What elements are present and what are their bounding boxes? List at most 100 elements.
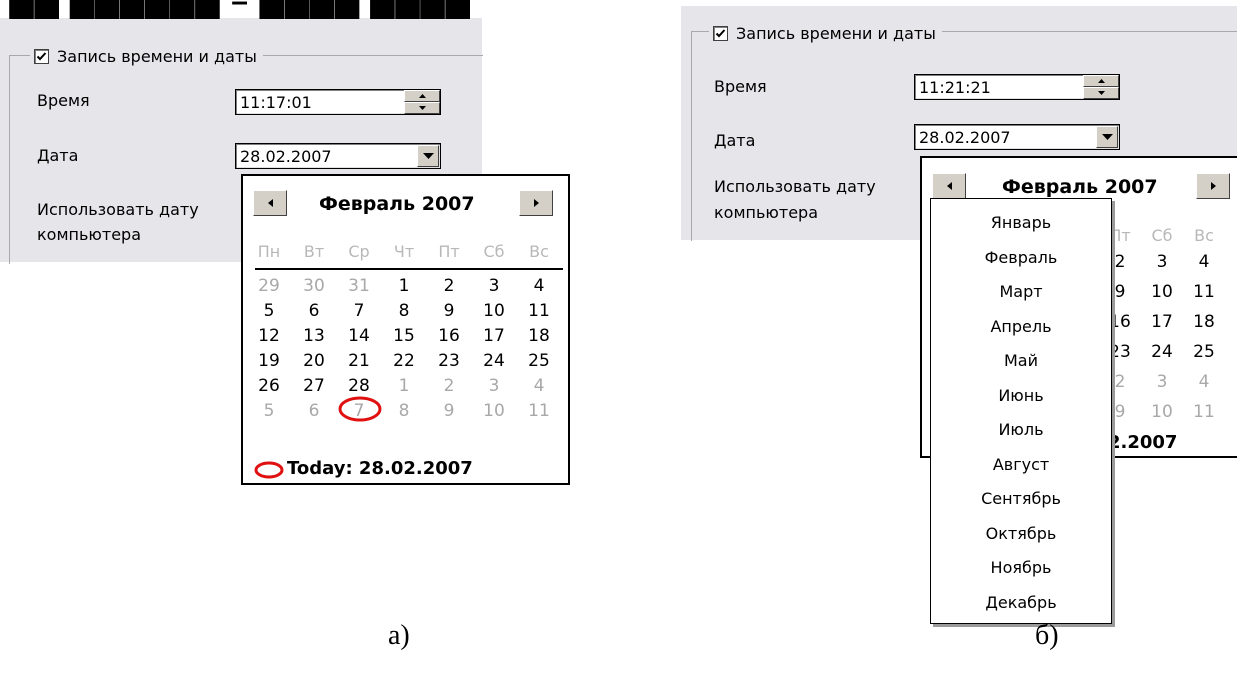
day-cell[interactable]: 24: [476, 351, 512, 371]
day-cell[interactable]: 25: [521, 351, 557, 371]
day-cell[interactable]: 18: [1186, 312, 1222, 332]
day-cell[interactable]: 25: [1186, 342, 1222, 362]
dropdown-arrow-icon[interactable]: [1096, 126, 1118, 148]
day-cell[interactable]: 27: [296, 376, 332, 396]
prev-month-button[interactable]: [253, 190, 287, 216]
use-pc-date-label-2: компьютера: [37, 225, 142, 244]
date-input-right[interactable]: 28.02.2007: [914, 124, 1120, 150]
next-month-button-right[interactable]: [1196, 173, 1230, 199]
time-spinner-right[interactable]: [1083, 75, 1119, 99]
day-cell[interactable]: 1: [386, 376, 422, 396]
spin-up-icon[interactable]: [1083, 75, 1119, 87]
time-input-right[interactable]: 11:21:21: [914, 74, 1120, 100]
month-menu-item[interactable]: Январь: [931, 213, 1111, 232]
day-cell[interactable]: 6: [296, 301, 332, 321]
weekday-label: Ср: [348, 242, 370, 261]
day-cell[interactable]: 8: [386, 401, 422, 421]
day-cell[interactable]: 23: [431, 351, 467, 371]
day-cell[interactable]: 15: [386, 326, 422, 346]
day-cell[interactable]: 30: [296, 276, 332, 296]
day-cell[interactable]: 22: [386, 351, 422, 371]
date-label: Дата: [37, 146, 79, 165]
day-cell[interactable]: 5: [251, 301, 287, 321]
month-menu-item[interactable]: Май: [931, 351, 1111, 370]
day-cell[interactable]: 3: [476, 376, 512, 396]
day-cell[interactable]: 3: [1144, 372, 1180, 392]
month-menu-item[interactable]: Февраль: [931, 248, 1111, 267]
spin-down-icon[interactable]: [404, 102, 440, 114]
day-cell[interactable]: 11: [1186, 402, 1222, 422]
day-cell[interactable]: 1: [386, 276, 422, 296]
month-menu-item[interactable]: Март: [931, 282, 1111, 301]
calendar-month-title[interactable]: Февраль 2007: [319, 193, 475, 215]
month-menu-item[interactable]: Октябрь: [931, 524, 1111, 543]
today-label-right[interactable]: 2.2007: [1108, 432, 1177, 453]
day-cell[interactable]: 7: [341, 301, 377, 321]
caption-b: б): [1035, 620, 1059, 651]
day-cell[interactable]: 20: [296, 351, 332, 371]
day-cell[interactable]: 10: [476, 401, 512, 421]
dropdown-arrow-icon[interactable]: [417, 145, 439, 167]
day-cell[interactable]: 13: [296, 326, 332, 346]
month-menu-item[interactable]: Июнь: [931, 386, 1111, 405]
day-cell[interactable]: 17: [476, 326, 512, 346]
day-cell[interactable]: 21: [341, 351, 377, 371]
month-menu-item[interactable]: Август: [931, 455, 1111, 474]
day-cell[interactable]: 4: [1186, 252, 1222, 272]
day-cell[interactable]: 16: [431, 326, 467, 346]
day-cell[interactable]: 4: [1186, 372, 1222, 392]
time-spinner[interactable]: [404, 90, 440, 114]
weekday-label: Пн: [257, 242, 281, 261]
day-cell[interactable]: 10: [476, 301, 512, 321]
day-cell[interactable]: 14: [341, 326, 377, 346]
day-cell[interactable]: 8: [386, 301, 422, 321]
next-arrow-icon: [533, 199, 539, 207]
day-cell[interactable]: 3: [476, 276, 512, 296]
day-cell[interactable]: 19: [251, 351, 287, 371]
month-menu-item[interactable]: Ноябрь: [931, 558, 1111, 577]
month-menu-item[interactable]: Декабрь: [931, 593, 1111, 612]
spin-up-icon[interactable]: [404, 90, 440, 102]
day-cell[interactable]: 11: [1186, 282, 1222, 302]
month-menu: Январь Февраль Март Апрель Май Июнь Июль Август…: [930, 198, 1112, 624]
day-cell[interactable]: 26: [251, 376, 287, 396]
time-value: 11:17:01: [240, 92, 312, 112]
calendar-month-title-right[interactable]: Февраль 2007: [1002, 176, 1158, 198]
day-cell[interactable]: 4: [521, 376, 557, 396]
today-label[interactable]: Today: 28.02.2007: [287, 458, 473, 479]
day-cell[interactable]: 29: [251, 276, 287, 296]
day-cell[interactable]: 6: [296, 401, 332, 421]
day-cell[interactable]: 9: [431, 401, 467, 421]
day-cell[interactable]: 9: [431, 301, 467, 321]
use-pc-date-label-right-2: компьютера: [714, 203, 819, 222]
month-menu-item[interactable]: Сентябрь: [931, 489, 1111, 508]
day-cell[interactable]: 4: [521, 276, 557, 296]
time-value-right: 11:21:21: [919, 77, 991, 97]
day-cell[interactable]: 10: [1144, 282, 1180, 302]
day-cell[interactable]: 11: [521, 401, 557, 421]
day-cell[interactable]: 31: [341, 276, 377, 296]
month-menu-item[interactable]: Июль: [931, 420, 1111, 439]
day-cell[interactable]: 18: [521, 326, 557, 346]
spin-down-icon[interactable]: [1083, 87, 1119, 99]
day-cell[interactable]: 24: [1144, 342, 1180, 362]
prev-arrow-icon: [267, 199, 273, 207]
prev-month-button-right[interactable]: [932, 173, 966, 199]
day-cell[interactable]: 11: [521, 301, 557, 321]
day-cell[interactable]: 12: [251, 326, 287, 346]
weekday-label: Чт: [393, 242, 415, 261]
next-month-button[interactable]: [519, 190, 553, 216]
time-input[interactable]: 11:17:01: [235, 89, 441, 115]
month-menu-item[interactable]: Апрель: [931, 317, 1111, 336]
day-cell[interactable]: 2: [431, 376, 467, 396]
day-cell[interactable]: 17: [1144, 312, 1180, 332]
day-cell[interactable]: 28: [341, 376, 377, 396]
time-date-checkbox[interactable]: Запись времени и даты: [30, 44, 263, 68]
day-cell[interactable]: 3: [1144, 252, 1180, 272]
day-cell[interactable]: 10: [1144, 402, 1180, 422]
time-date-checkbox-right[interactable]: Запись времени и даты: [709, 21, 942, 45]
day-cell[interactable]: 5: [251, 401, 287, 421]
calendar-popup: Февраль 2007 Пн Вт Ср Чт Пт Сб Вс 29 30 31 1 2 3 4 5 6…: [241, 174, 570, 485]
date-input[interactable]: 28.02.2007: [235, 143, 441, 169]
day-cell[interactable]: 2: [431, 276, 467, 296]
